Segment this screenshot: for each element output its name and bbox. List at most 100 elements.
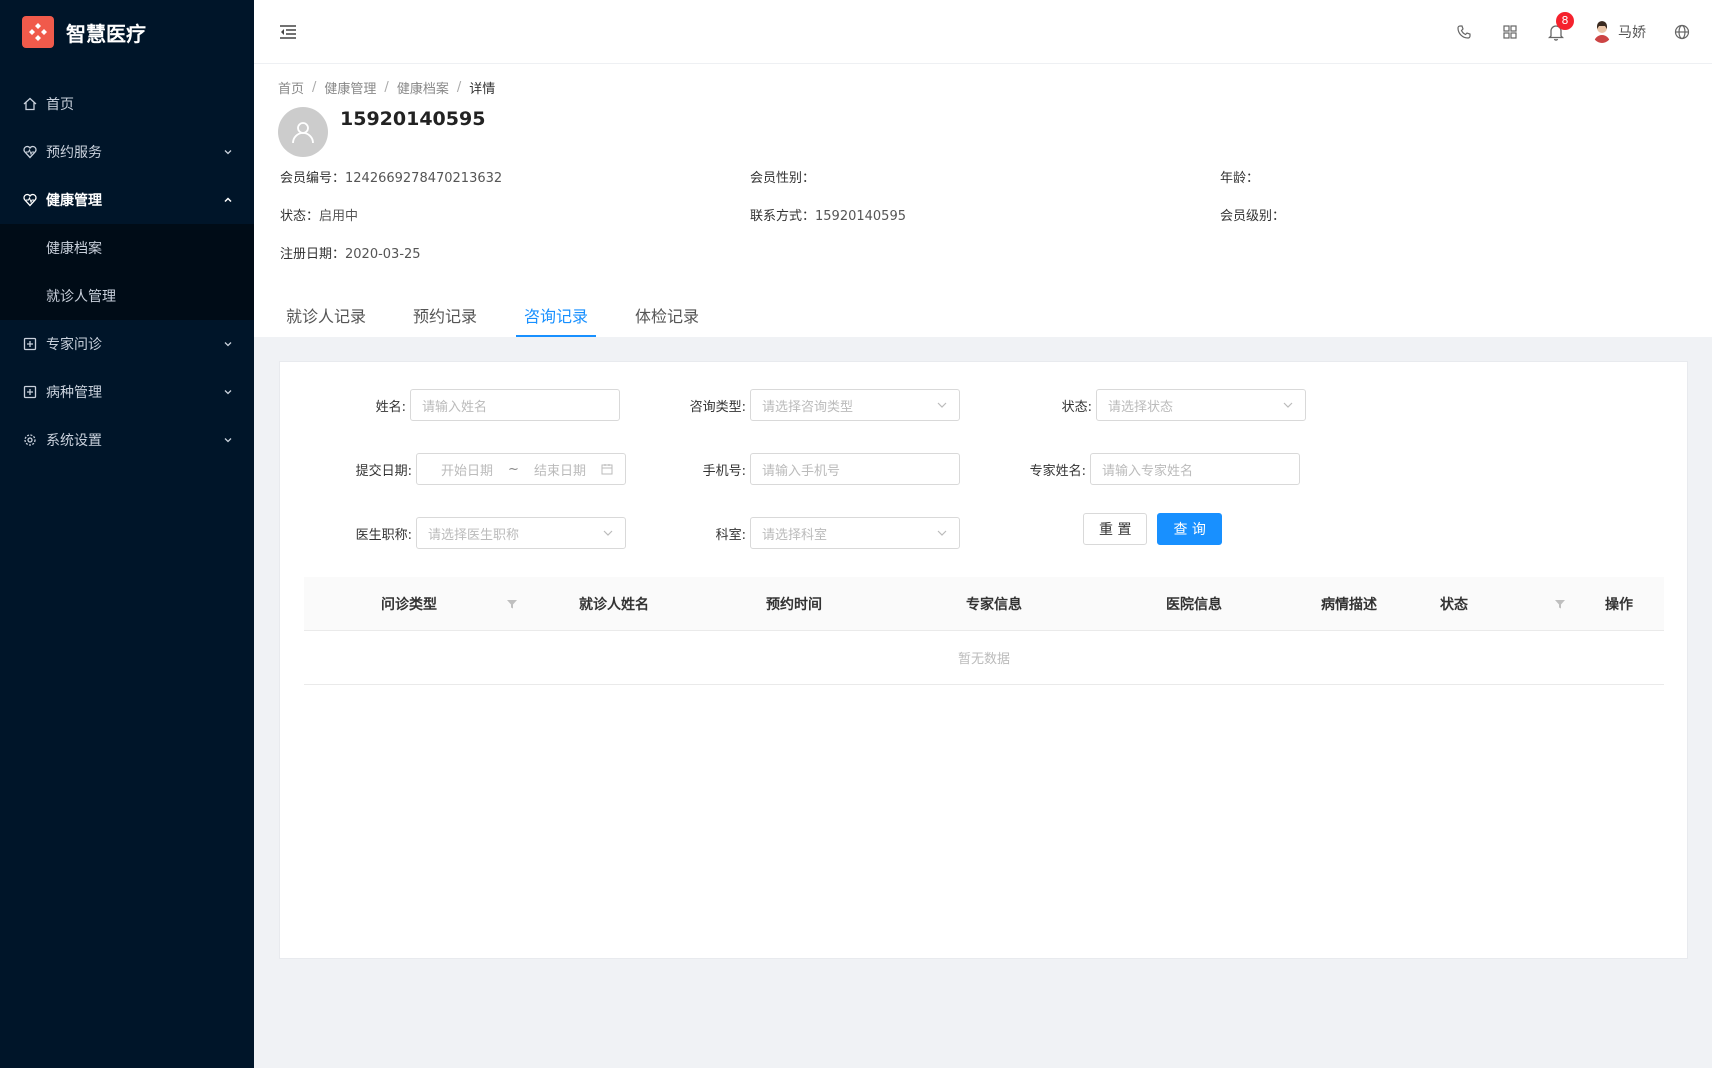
sidebar-item-home[interactable]: 首页: [0, 80, 254, 128]
info-label: 会员编号：: [280, 171, 346, 186]
department-select[interactable]: 请选择科室: [750, 517, 960, 549]
breadcrumb-item-current: 详情: [469, 82, 496, 97]
chevron-down-icon: [1282, 399, 1294, 411]
tab-patient-records[interactable]: 就诊人记录: [278, 303, 374, 337]
form-label: 手机号:: [702, 463, 746, 479]
expert-name-input[interactable]: 请输入专家姓名: [1090, 453, 1300, 485]
phone-icon[interactable]: [1454, 22, 1474, 42]
info-value: 启用中: [319, 209, 359, 224]
user-avatar-icon: [278, 107, 328, 157]
bell-icon[interactable]: 8: [1546, 11, 1574, 42]
sidebar-item-health-records[interactable]: 健康档案: [0, 224, 254, 272]
filter-actions: 重 置 查 询: [1083, 513, 1222, 545]
sidebar-item-system-settings[interactable]: 系统设置: [0, 416, 254, 464]
menu-fold-icon[interactable]: [278, 22, 298, 42]
sidebar-item-label: 预约服务: [46, 145, 102, 161]
tab-consultation-records[interactable]: 咨询记录: [516, 303, 597, 337]
sidebar-item-label: 健康管理: [46, 193, 102, 209]
info-label: 会员级别：: [1220, 209, 1286, 224]
info-level: 会员级别：: [1220, 205, 1285, 224]
query-button[interactable]: 查 询: [1157, 513, 1222, 545]
logo-icon: [22, 16, 54, 48]
reset-button[interactable]: 重 置: [1083, 513, 1148, 545]
name-input[interactable]: 请输入姓名: [410, 389, 620, 421]
input-placeholder: 请输入姓名: [422, 399, 488, 415]
column-header: 专家信息: [966, 597, 1022, 613]
info-value: 2020-03-25: [345, 247, 421, 262]
user-menu[interactable]: 马娇: [1592, 20, 1646, 43]
chevron-up-icon: [222, 194, 234, 206]
tab-checkup-records[interactable]: 体检记录: [627, 303, 707, 337]
medical-plus-icon: [22, 336, 38, 352]
logo[interactable]: 智慧医疗: [0, 0, 254, 64]
info-member-no: 会员编号：1242669278470213632: [280, 167, 502, 186]
sidebar-menu: 首页 预约服务 健康管理 健康档案 就诊人管理 专家问诊 病种管理 系统设置: [0, 80, 254, 464]
input-placeholder: 请输入手机号: [762, 463, 841, 479]
member-info-grid: 会员编号：1242669278470213632 会员性别： 年龄： 状态：启用…: [278, 167, 1688, 277]
table-header: 问诊类型 就诊人姓名 预约时间 专家信息 医院信息 病情描述 状态 操作: [304, 577, 1664, 631]
status-select[interactable]: 请选择状态: [1096, 389, 1306, 421]
app-grid-icon[interactable]: [1500, 22, 1520, 42]
sidebar-item-health[interactable]: 健康管理: [0, 176, 254, 224]
start-date-input[interactable]: 开始日期: [441, 460, 493, 479]
chevron-down-icon: [936, 399, 948, 411]
info-value: 1242669278470213632: [345, 171, 503, 186]
breadcrumb-separator: /: [312, 80, 317, 95]
end-date-input[interactable]: 结束日期: [534, 460, 586, 479]
column-header: 问诊类型: [381, 597, 437, 613]
home-icon: [22, 96, 38, 112]
member-identity: 15920140595: [278, 107, 1688, 157]
breadcrumb-separator: /: [456, 80, 462, 95]
consultation-records-panel: 姓名: 请输入姓名 咨询类型: 请选择咨询类型 状态: 请选择状态 提交日期: …: [279, 361, 1688, 959]
input-placeholder: 请选择状态: [1108, 399, 1174, 415]
chevron-down-icon: [222, 434, 234, 446]
breadcrumb: 首页 / 健康管理 / 健康档案 / 详情: [278, 78, 1688, 97]
form-label: 专家姓名:: [1029, 463, 1086, 479]
chevron-down-icon: [222, 146, 234, 158]
avatar: [1592, 20, 1612, 43]
info-age: 年龄：: [1220, 167, 1259, 186]
doctor-title-select[interactable]: 请选择医生职称: [416, 517, 626, 549]
sidebar-item-label: 首页: [46, 97, 74, 113]
username: 马娇: [1618, 24, 1646, 41]
column-header: 操作: [1605, 597, 1633, 613]
sidebar-item-expert-consult[interactable]: 专家问诊: [0, 320, 254, 368]
input-placeholder: 请选择医生职称: [428, 527, 520, 543]
chevron-down-icon: [936, 527, 948, 539]
header-actions: 8 马娇: [1454, 11, 1692, 43]
breadcrumb-item[interactable]: 首页: [278, 78, 304, 97]
column-header: 状态: [1440, 597, 1468, 613]
sidebar-item-label: 专家问诊: [46, 337, 102, 353]
filter-icon[interactable]: [506, 598, 518, 610]
info-label: 状态：: [280, 209, 320, 224]
tab-appointment-records[interactable]: 预约记录: [405, 303, 485, 337]
info-value: 15920140595: [815, 209, 906, 224]
top-header: 8 马娇: [254, 0, 1712, 64]
medical-plus-icon: [22, 384, 38, 400]
form-label: 咨询类型:: [689, 399, 746, 415]
filter-icon[interactable]: [1554, 598, 1566, 610]
app-name: 智慧医疗: [66, 21, 146, 46]
globe-icon[interactable]: [1672, 22, 1692, 42]
range-separator: ~: [508, 461, 519, 477]
gear-icon: [22, 432, 38, 448]
filter-status: 状态: 请选择状态: [966, 389, 1306, 421]
consult-type-select[interactable]: 请选择咨询类型: [750, 389, 960, 421]
sidebar-item-disease-management[interactable]: 病种管理: [0, 368, 254, 416]
form-label: 科室:: [715, 527, 746, 543]
info-status: 状态：启用中: [280, 205, 358, 224]
info-label: 联系方式：: [750, 209, 816, 224]
table-empty-state: 暂无数据: [304, 631, 1664, 685]
phone-input[interactable]: 请输入手机号: [750, 453, 960, 485]
breadcrumb-item[interactable]: 健康档案: [397, 78, 449, 97]
sidebar-submenu-health: 健康档案 就诊人管理: [0, 224, 254, 320]
page-title: 15920140595: [340, 108, 486, 130]
column-header: 医院信息: [1166, 597, 1222, 613]
sidebar-item-patient-management[interactable]: 就诊人管理: [0, 272, 254, 320]
submit-date-range-picker[interactable]: 开始日期 ~ 结束日期: [416, 453, 626, 485]
info-label: 年龄：: [1220, 171, 1260, 186]
info-reg-date: 注册日期：2020-03-25: [280, 243, 421, 262]
breadcrumb-item[interactable]: 健康管理: [324, 78, 376, 97]
form-label: 姓名:: [375, 399, 406, 415]
sidebar-item-appointment[interactable]: 预约服务: [0, 128, 254, 176]
